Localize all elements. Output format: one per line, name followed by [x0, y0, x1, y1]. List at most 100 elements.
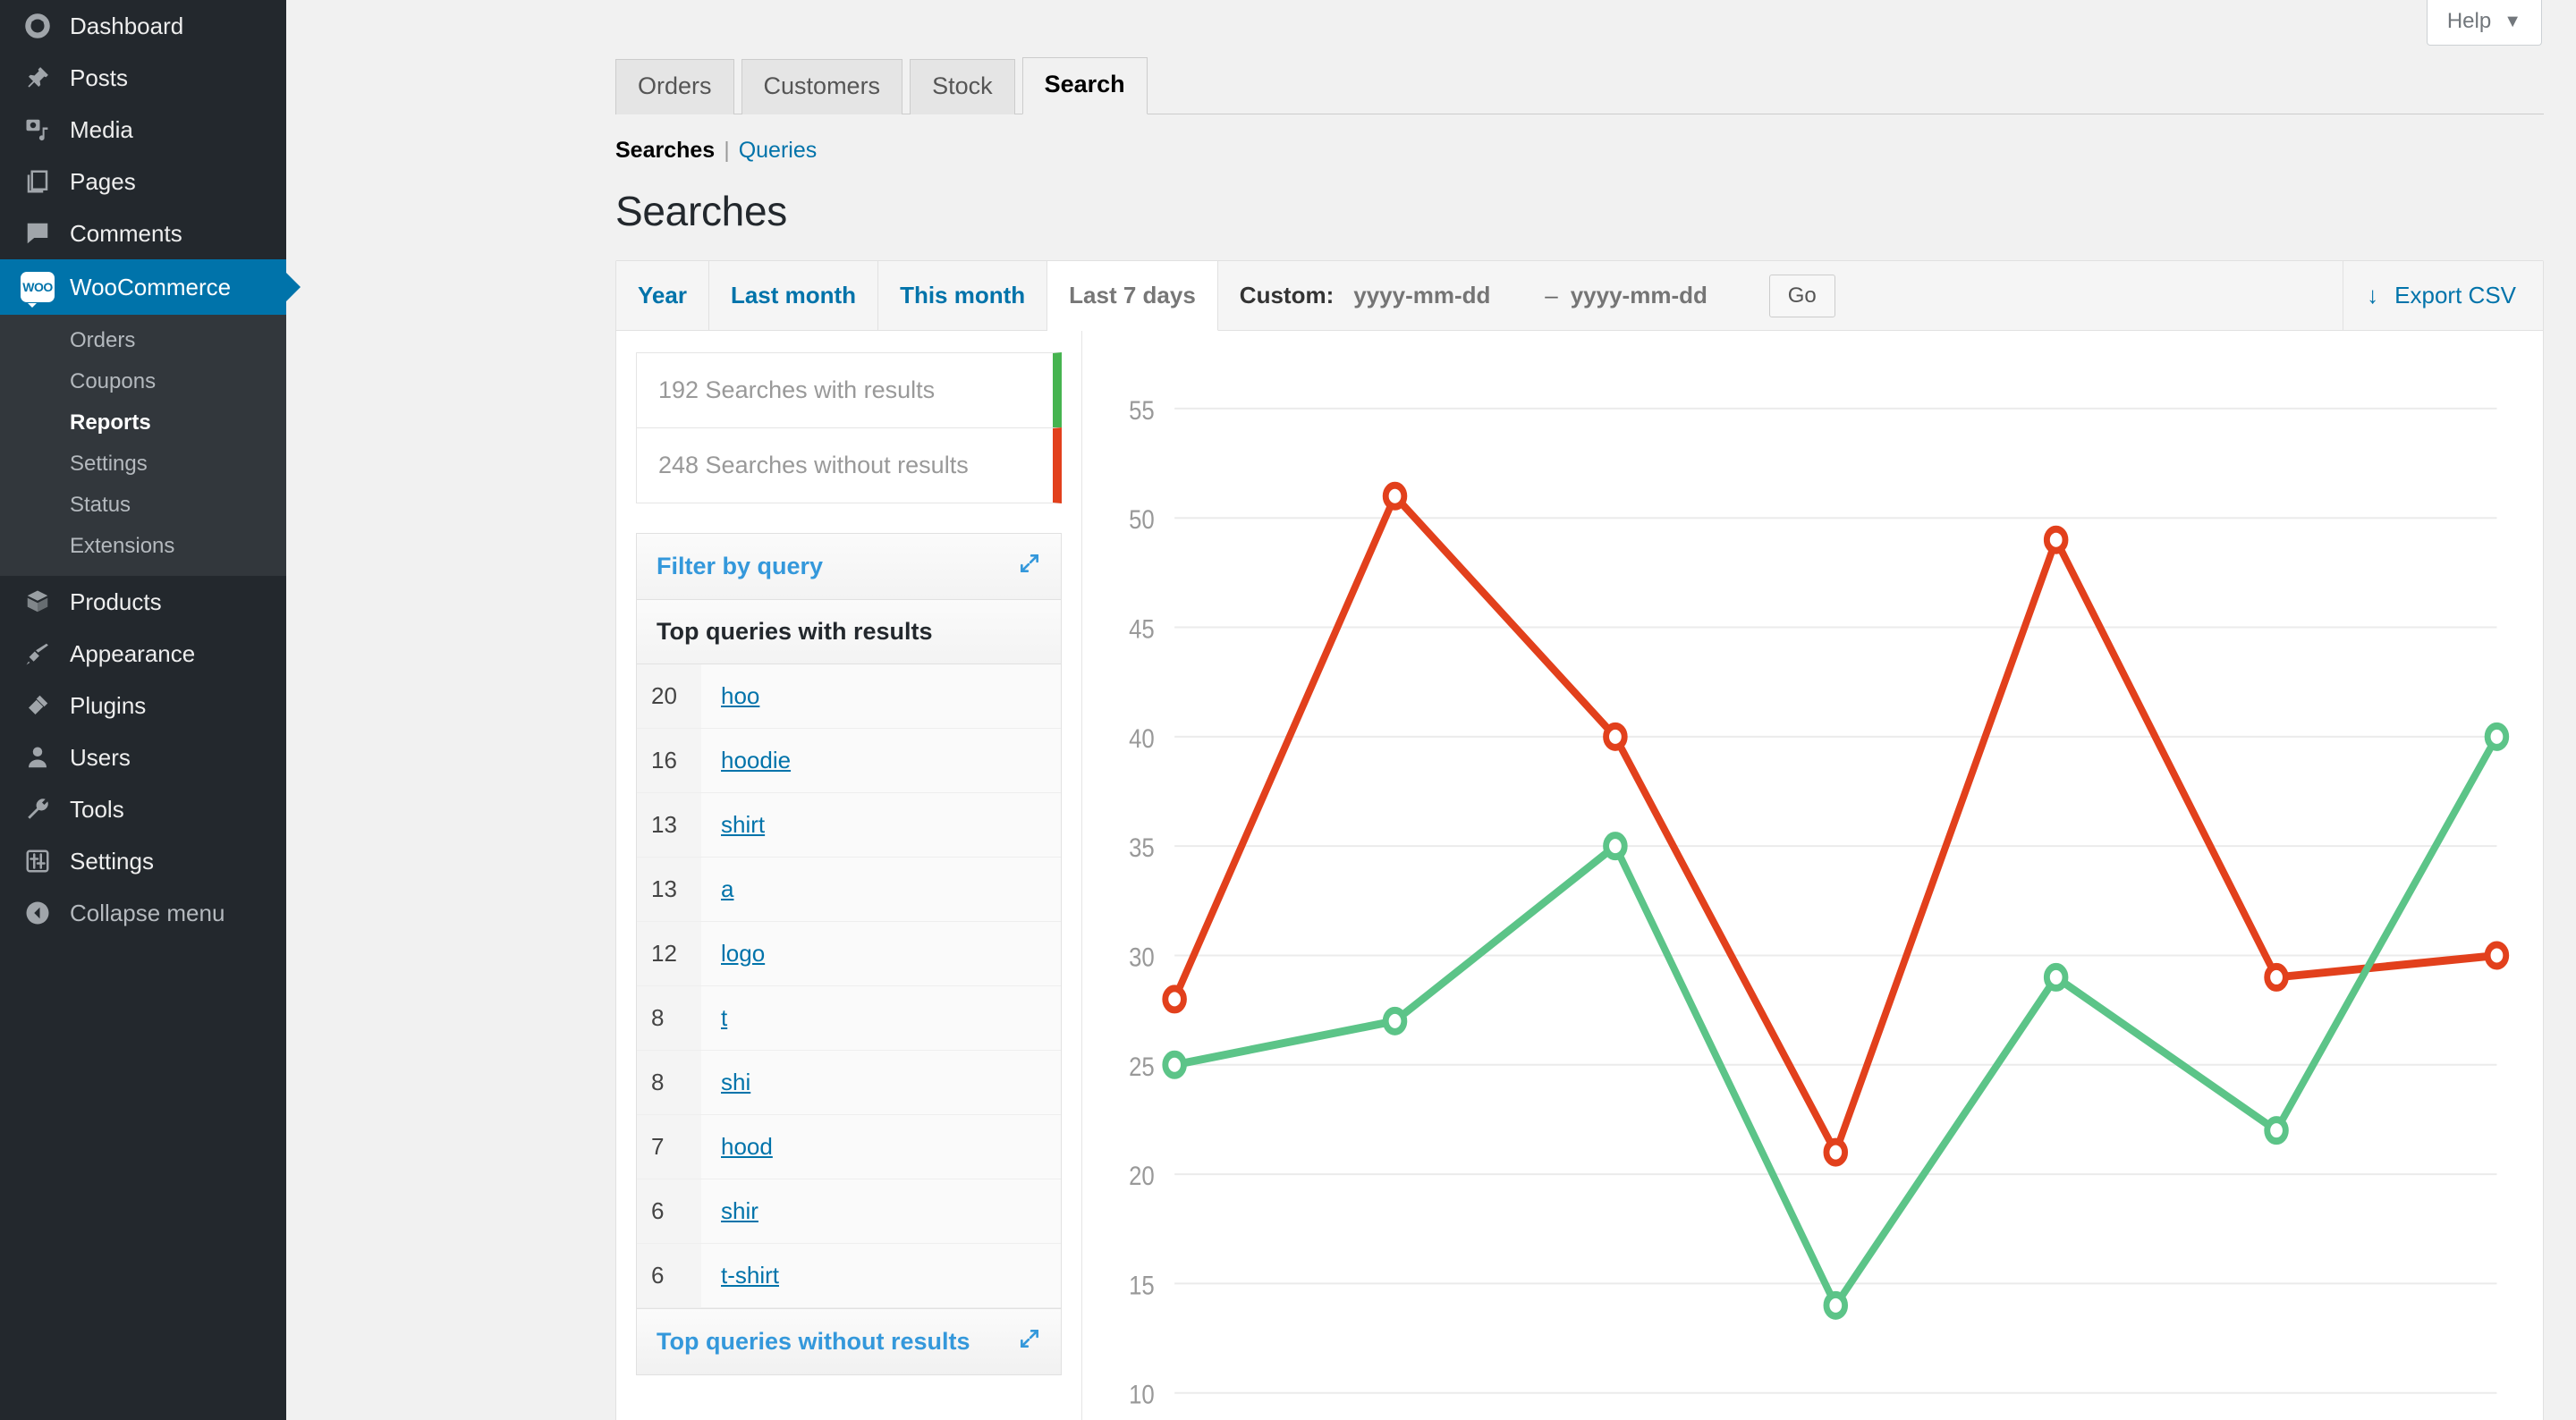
range-this-month[interactable]: This month — [878, 261, 1048, 331]
query-count: 13 — [637, 858, 701, 922]
table-row[interactable]: 6 shir — [637, 1179, 1061, 1245]
sidebar-item-users[interactable]: Users — [0, 731, 286, 783]
y-axis-tick-label: 25 — [1129, 1052, 1155, 1081]
chart-data-point[interactable] — [1603, 832, 1628, 861]
chart-data-point[interactable] — [2043, 963, 2069, 993]
sidebar-item-media[interactable]: Media — [0, 104, 286, 156]
tab-stock[interactable]: Stock — [910, 59, 1015, 115]
query-term[interactable]: shir — [701, 1179, 758, 1243]
collapse-arrow-icon — [20, 900, 55, 926]
sidebar-item-coupons[interactable]: Coupons — [0, 361, 286, 402]
subnav-queries[interactable]: Queries — [739, 138, 818, 164]
range-last-month[interactable]: Last month — [709, 261, 879, 331]
query-term[interactable]: t-shirt — [701, 1244, 779, 1307]
filter-by-query-panel: Filter by query Top queries with results… — [636, 533, 1062, 1376]
collapse-menu-button[interactable]: Collapse menu — [0, 887, 286, 939]
table-row[interactable]: 8 t — [637, 986, 1061, 1052]
subnav-searches[interactable]: Searches — [615, 138, 715, 164]
help-bar: Help ▼ — [286, 0, 2576, 50]
table-row[interactable]: 6 t-shirt — [637, 1244, 1061, 1309]
sidebar-item-products[interactable]: Products — [0, 576, 286, 628]
sidebar-panel: 192 Searches with results 248 Searches w… — [616, 331, 1081, 1420]
query-term[interactable]: hoodie — [701, 729, 791, 792]
chart-data-point[interactable] — [2264, 1116, 2289, 1145]
query-link[interactable]: shir — [721, 1197, 758, 1224]
query-link[interactable]: hoo — [721, 682, 759, 709]
tab-customers[interactable]: Customers — [741, 59, 903, 115]
sidebar-item-reports[interactable]: Reports — [0, 402, 286, 444]
sidebar-item-comments[interactable]: Comments — [0, 207, 286, 259]
expand-icon[interactable] — [1018, 1327, 1041, 1357]
sidebar-item-label: Appearance — [70, 639, 196, 667]
sidebar-item-orders[interactable]: Orders — [0, 320, 286, 361]
date-to-input[interactable] — [1570, 282, 1750, 310]
table-row[interactable]: 20 hoo — [637, 664, 1061, 730]
query-term[interactable]: a — [701, 858, 733, 921]
query-link[interactable]: hoodie — [721, 747, 791, 773]
query-term[interactable]: logo — [701, 922, 765, 985]
query-link[interactable]: shirt — [721, 811, 765, 838]
filter-by-query-header[interactable]: Filter by query — [637, 534, 1061, 601]
query-link[interactable]: shi — [721, 1069, 750, 1095]
y-axis-tick-label: 15 — [1129, 1271, 1155, 1300]
table-row[interactable]: 12 logo — [637, 922, 1061, 987]
pin-icon — [20, 64, 55, 91]
sidebar-item-posts[interactable]: Posts — [0, 52, 286, 104]
sidebar-item-settings[interactable]: Settings — [0, 444, 286, 485]
query-link[interactable]: t-shirt — [721, 1262, 779, 1289]
table-row[interactable]: 13 shirt — [637, 793, 1061, 858]
download-icon: ↓ — [2367, 282, 2379, 309]
query-term[interactable]: shi — [701, 1051, 750, 1114]
sidebar-item-dashboard[interactable]: Dashboard — [0, 0, 286, 52]
chart-data-point[interactable] — [1603, 722, 1628, 751]
query-term[interactable]: shirt — [701, 793, 765, 857]
subnav: Searches | Queries — [615, 138, 2576, 164]
tab-search[interactable]: Search — [1021, 57, 1148, 115]
chart-data-point[interactable] — [1382, 1006, 1408, 1035]
chart-data-point[interactable] — [2484, 722, 2510, 751]
chart-data-point[interactable] — [1382, 481, 1408, 511]
sidebar-item-extensions[interactable]: Extensions — [0, 526, 286, 567]
sidebar-item-settings[interactable]: Settings — [0, 835, 286, 887]
query-term[interactable]: hood — [701, 1115, 773, 1179]
sidebar-item-pages[interactable]: Pages — [0, 156, 286, 207]
date-from-input[interactable] — [1353, 282, 1533, 310]
sidebar-item-label: Media — [70, 115, 133, 143]
sidebar-item-tools[interactable]: Tools — [0, 783, 286, 835]
query-link[interactable]: t — [721, 1004, 727, 1031]
expand-icon[interactable] — [1018, 552, 1041, 581]
query-count: 16 — [637, 729, 701, 793]
query-link[interactable]: logo — [721, 940, 765, 967]
query-term[interactable]: hoo — [701, 664, 759, 728]
table-row[interactable]: 8 shi — [637, 1051, 1061, 1116]
range-last-7-days[interactable]: Last 7 days — [1047, 261, 1218, 332]
top-queries-without-results-header[interactable]: Top queries without results — [637, 1308, 1061, 1375]
chart-data-point[interactable] — [1823, 1290, 1849, 1320]
help-button[interactable]: Help ▼ — [2426, 0, 2542, 46]
go-button[interactable]: Go — [1768, 274, 1835, 317]
chart-data-point[interactable] — [1162, 1050, 1187, 1079]
tab-orders[interactable]: Orders — [615, 59, 734, 115]
table-row[interactable]: 7 hood — [637, 1115, 1061, 1180]
export-csv-button[interactable]: ↓ Export CSV — [2343, 261, 2543, 330]
query-count: 8 — [637, 1051, 701, 1115]
sidebar-item-woocommerce[interactable]: WOO WooCommerce — [0, 259, 301, 315]
range-year[interactable]: Year — [616, 261, 709, 331]
table-row[interactable]: 13 a — [637, 858, 1061, 923]
table-row[interactable]: 16 hoodie — [637, 729, 1061, 794]
query-link[interactable]: a — [721, 875, 733, 902]
chart-data-point[interactable] — [2043, 525, 2069, 554]
chart-data-point[interactable] — [1162, 985, 1187, 1014]
chart-data-point[interactable] — [2264, 963, 2289, 993]
sidebar-item-label: Settings — [70, 847, 154, 875]
stat-searches-without-results: 248 Searches without results — [636, 427, 1062, 504]
query-link[interactable]: hood — [721, 1133, 773, 1160]
comment-icon — [20, 220, 55, 247]
sidebar-item-appearance[interactable]: Appearance — [0, 628, 286, 680]
sidebar-item-status[interactable]: Status — [0, 485, 286, 526]
chart-data-point[interactable] — [1823, 1137, 1849, 1167]
sidebar-item-plugins[interactable]: Plugins — [0, 680, 286, 731]
chart-data-point[interactable] — [2484, 941, 2510, 970]
y-axis-tick-label: 20 — [1129, 1161, 1155, 1190]
query-term[interactable]: t — [701, 986, 727, 1050]
